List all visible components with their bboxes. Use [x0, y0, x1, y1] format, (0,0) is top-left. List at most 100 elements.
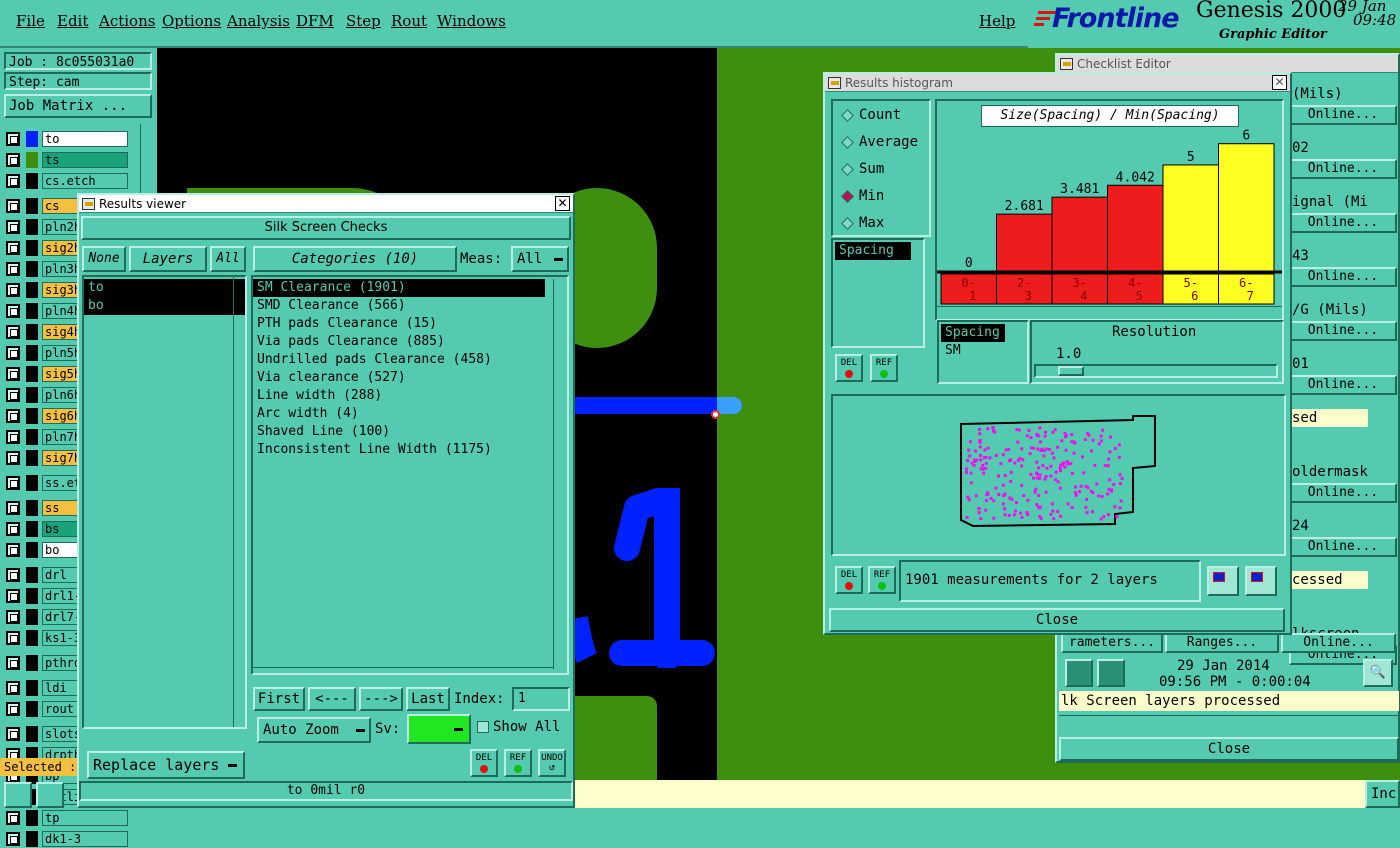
checklist-online-button[interactable]: Online... [1289, 375, 1397, 395]
mode-radio-count[interactable]: Count [833, 105, 929, 127]
layer-color-swatch[interactable] [26, 726, 38, 742]
last-button[interactable]: Last [406, 687, 450, 711]
layer-color-swatch[interactable] [26, 475, 38, 491]
hist-ref-button[interactable]: REF [870, 354, 898, 382]
replace-layers-select[interactable]: Replace layers [87, 751, 245, 779]
layer-color-swatch[interactable] [26, 303, 38, 319]
layer-row[interactable]: tp [6, 809, 156, 827]
layer-name[interactable]: ts [42, 152, 128, 168]
layer-color-swatch[interactable] [26, 450, 38, 466]
run-icon[interactable] [1065, 659, 1093, 687]
layer-color-swatch[interactable] [26, 282, 38, 298]
layer-checkbox[interactable] [6, 501, 20, 515]
inc-button[interactable]: Inc [1365, 780, 1400, 808]
menu-options[interactable]: Options [162, 12, 221, 30]
layer-color-swatch[interactable] [26, 680, 38, 696]
layer-color-swatch[interactable] [26, 831, 38, 847]
layer-checkbox[interactable] [6, 832, 20, 846]
none-button[interactable]: None [82, 246, 126, 272]
layer-checkbox[interactable] [6, 811, 20, 825]
layer-checkbox[interactable] [6, 325, 20, 339]
layer-checkbox[interactable] [6, 631, 20, 645]
prev-button[interactable]: <--- [308, 687, 356, 711]
layer-color-swatch[interactable] [26, 542, 38, 558]
checklist-close-button[interactable]: Close [1059, 737, 1399, 761]
checklist-titlebar[interactable]: Checklist Editor [1057, 55, 1398, 73]
results-viewer-titlebar[interactable]: Results viewer ✕ [79, 195, 573, 213]
histogram-titlebar[interactable]: Results histogram ✕ [825, 74, 1290, 92]
layer-checkbox[interactable] [6, 367, 20, 381]
undo-button[interactable]: UNDO ↺ [538, 749, 566, 777]
layer-checkbox[interactable] [6, 589, 20, 603]
layer-checkbox[interactable] [6, 241, 20, 255]
close-icon[interactable]: ✕ [1272, 75, 1287, 90]
category-item[interactable]: Shaved Line (100) [253, 423, 545, 441]
layer-list-scrollbar[interactable] [233, 277, 246, 727]
layer-checkbox[interactable] [6, 409, 20, 423]
next-button[interactable]: ---> [359, 687, 403, 711]
layer-color-swatch[interactable] [26, 324, 38, 340]
layer-checkbox[interactable] [6, 388, 20, 402]
layer-color-swatch[interactable] [26, 701, 38, 717]
histogram-hscrollbar[interactable] [937, 306, 1282, 316]
layer-checkbox[interactable] [6, 681, 20, 695]
layers-button[interactable]: Layers [129, 246, 207, 272]
menu-windows[interactable]: Windows [437, 12, 506, 30]
close-icon[interactable]: ✕ [555, 196, 570, 211]
layer-checkbox[interactable] [6, 610, 20, 624]
layer-color-swatch[interactable] [26, 429, 38, 445]
hist-del-button[interactable]: DEL [835, 354, 863, 382]
layer-color-swatch[interactable] [26, 810, 38, 826]
category-vscrollbar[interactable] [553, 279, 565, 669]
layer-color-swatch[interactable] [26, 240, 38, 256]
layer-color-swatch[interactable] [26, 630, 38, 646]
job-matrix-button[interactable]: Job Matrix ... [4, 94, 152, 118]
stop-icon[interactable] [1097, 659, 1125, 687]
layer-color-swatch[interactable] [26, 567, 38, 583]
layer-checkbox[interactable] [6, 262, 20, 276]
import-icon[interactable] [1245, 566, 1277, 596]
category-item[interactable]: Undrilled pads Clearance (458) [253, 351, 545, 369]
layer-checkbox[interactable] [6, 199, 20, 213]
auto-zoom-select[interactable]: Auto Zoom [257, 717, 371, 743]
checklist-online-button[interactable]: Online... [1289, 537, 1397, 557]
layer-color-swatch[interactable] [26, 173, 38, 189]
layer-color-swatch[interactable] [26, 521, 38, 537]
layer-checkbox[interactable] [6, 522, 20, 536]
all-button[interactable]: All [210, 246, 246, 272]
checklist-online-button[interactable]: Online... [1289, 321, 1397, 341]
online-button[interactable]: Online... [1281, 633, 1396, 653]
layer-name[interactable]: tp [42, 810, 128, 826]
layer-name[interactable]: to [42, 131, 128, 147]
checklist-online-button[interactable]: Online... [1289, 105, 1397, 125]
zoom-tool-icon[interactable] [4, 782, 32, 808]
categories-button[interactable]: Categories (10) [253, 246, 457, 272]
layer-row[interactable]: dk1-3 [6, 830, 156, 848]
preview-ref-button[interactable]: REF [868, 566, 896, 594]
category-item[interactable]: Via clearance (527) [253, 369, 545, 387]
layer-checkbox[interactable] [6, 568, 20, 582]
meas-select[interactable]: All [511, 246, 569, 272]
checklist-online-button[interactable]: Online... [1289, 483, 1397, 503]
layer-checkbox[interactable] [6, 702, 20, 716]
menu-actions[interactable]: Actions [99, 12, 155, 30]
layer-checkbox[interactable] [6, 476, 20, 490]
first-button[interactable]: First [253, 687, 305, 711]
list-item[interactable]: to [84, 279, 245, 297]
layer-color-swatch[interactable] [26, 387, 38, 403]
menu-file[interactable]: File [16, 12, 45, 30]
category-item[interactable]: Inconsistent Line Width (1175) [253, 441, 545, 459]
checklist-online-button[interactable]: Online... [1289, 267, 1397, 287]
ref-button[interactable]: REF [504, 749, 532, 777]
board-preview[interactable] [831, 394, 1286, 556]
layer-checkbox[interactable] [6, 304, 20, 318]
menu-edit[interactable]: Edit [57, 12, 88, 30]
search-icon[interactable]: 🔍 [1363, 659, 1393, 687]
layer-color-swatch[interactable] [26, 219, 38, 235]
list-item[interactable]: Spacing [835, 242, 911, 260]
category-item[interactable]: SM Clearance (1901) [253, 279, 545, 297]
show-all-checkbox[interactable] [477, 721, 489, 733]
mode-radio-sum[interactable]: Sum [833, 159, 929, 181]
parameters-button[interactable]: rameters... [1061, 633, 1163, 653]
layer-color-swatch[interactable] [26, 366, 38, 382]
